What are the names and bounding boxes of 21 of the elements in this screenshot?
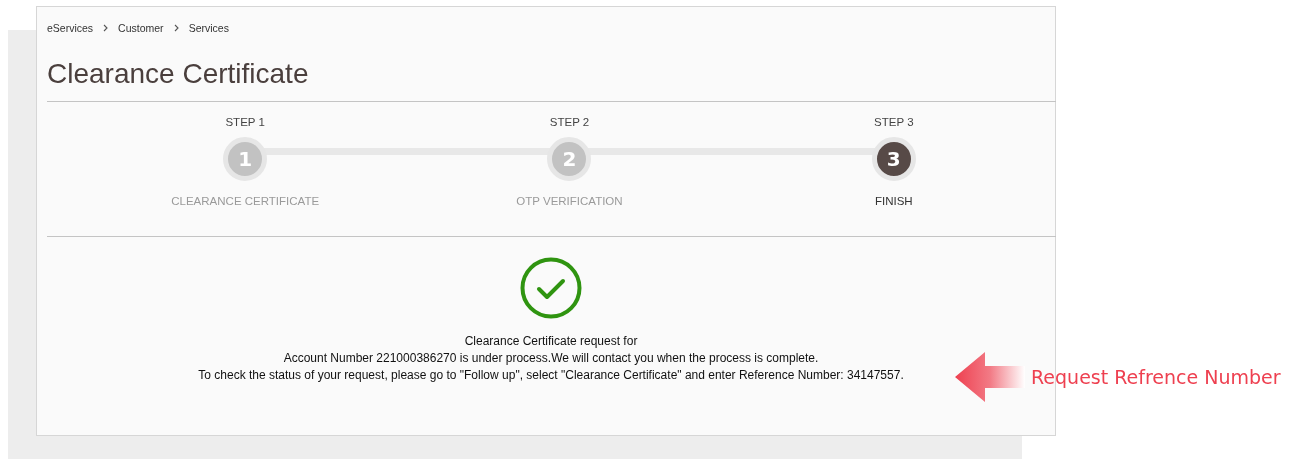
breadcrumb-link[interactable]: Customer (118, 22, 164, 34)
page-title: Clearance Certificate (47, 35, 1056, 102)
check-circle-icon (520, 257, 582, 319)
message-text: Account Number 221000386270 is under process.We will contact you when the process is complete. (283, 350, 819, 367)
chevron-right-icon (173, 24, 179, 32)
breadcrumb-link[interactable]: eServices (47, 22, 94, 34)
annotation-label: Request Refrence Number (1031, 366, 1281, 388)
step-label: OTP VERIFICATION (516, 195, 623, 207)
chevron-right-icon (103, 24, 109, 32)
step-label: CLEARANCE CERTIFICATE (171, 195, 320, 207)
step-heading: STEP 1 (225, 116, 265, 128)
message-text: To check the status of your request, please go to "Follow up", select "Clearance Certificate" and enter Reference Number: 34147557. (198, 367, 904, 384)
arrow-icon (955, 352, 1025, 402)
message-text: Clearance Certificate request for (464, 333, 638, 350)
step-circle: 3 (871, 137, 916, 181)
step-heading: STEP 2 (549, 116, 590, 128)
breadcrumb-link[interactable]: Services (188, 22, 229, 34)
step-circle: 2 (547, 137, 592, 181)
step-circle: 1 (223, 137, 268, 181)
step-label: FINISH (874, 195, 913, 207)
step-heading: STEP 3 (874, 116, 914, 128)
